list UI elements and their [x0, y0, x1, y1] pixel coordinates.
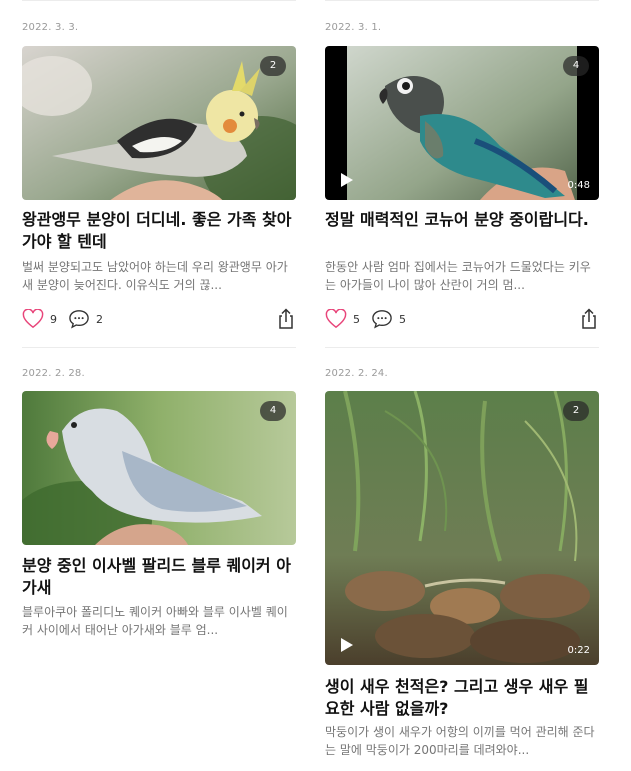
- post-card[interactable]: 2022. 3. 1. 4 0:48 정말 매력적인 코뉴어 분양 중이랍니다.…: [325, 0, 599, 340]
- post-card[interactable]: 2022. 2. 24. 2 0:22 생이 새우 천적은? 그리고 생우 새우…: [325, 347, 599, 771]
- post-card[interactable]: 2022. 2. 28. 4 분양 중인 이사벨 팔리드 블루 퀘이커 아가새 …: [22, 347, 296, 667]
- share-button[interactable]: [276, 307, 296, 331]
- post-excerpt: 블루아쿠아 폴리디노 퀘이커 아빠와 블루 이사벨 퀘이커 사이에서 태어난 아…: [22, 605, 288, 637]
- share-button[interactable]: [579, 307, 599, 331]
- post-thumbnail[interactable]: 4 0:48: [325, 46, 599, 200]
- speech-bubble-icon: [69, 310, 89, 329]
- post-date: 2022. 3. 1.: [325, 22, 382, 33]
- image-count-badge: 2: [563, 401, 589, 421]
- post-title[interactable]: 분양 중인 이사벨 팔리드 블루 퀘이커 아가새: [22, 555, 296, 599]
- share-icon: [279, 308, 293, 329]
- like-count: 5: [353, 312, 360, 326]
- image-count-badge: 2: [260, 56, 286, 76]
- aquarium-shrimp-video-frame: [325, 391, 599, 665]
- comment-button[interactable]: 2: [68, 307, 103, 331]
- comment-button[interactable]: 5: [371, 307, 406, 331]
- post-title[interactable]: 정말 매력적인 코뉴어 분양 중이랍니다.: [325, 209, 599, 231]
- video-duration: 0:48: [567, 180, 590, 191]
- play-icon: [341, 173, 353, 187]
- video-duration: 0:22: [567, 645, 590, 656]
- post-thumbnail[interactable]: 4: [22, 391, 296, 545]
- post-thumbnail[interactable]: 2: [22, 46, 296, 200]
- comment-count: 2: [96, 312, 103, 326]
- post-excerpt: 한동안 사람 엄마 집에서는 코뉴어가 드물었다는 키우는 아가들이 나이 많아…: [325, 260, 591, 292]
- post-thumbnail[interactable]: 2 0:22: [325, 391, 599, 665]
- post-excerpt: 벌써 분양되고도 남았어야 하는데 우리 왕관앵무 아가새 분양이 늦어진다. …: [22, 260, 288, 292]
- comment-count: 5: [399, 312, 406, 326]
- share-icon: [582, 308, 596, 329]
- post-actions: 5 5: [325, 307, 599, 331]
- image-count-badge: 4: [563, 56, 589, 76]
- post-title[interactable]: 생이 새우 천적은? 그리고 생우 새우 필요한 사람 없을까?: [325, 676, 599, 720]
- post-excerpt: 막둥이가 생이 새우가 어항의 이끼를 먹어 관리해 준다는 말에 막둥이가 2…: [325, 725, 595, 757]
- post-date: 2022. 2. 28.: [22, 368, 85, 379]
- speech-bubble-icon: [372, 310, 392, 329]
- post-date: 2022. 2. 24.: [325, 368, 388, 379]
- like-count: 9: [50, 312, 57, 326]
- conure-video-frame: [325, 46, 599, 200]
- post-actions: 9 2: [22, 307, 296, 331]
- post-date: 2022. 3. 3.: [22, 22, 79, 33]
- heart-icon: [325, 309, 347, 329]
- heart-icon: [22, 309, 44, 329]
- post-card[interactable]: 2022. 3. 3. 2 왕관앵무 분양이 더디네. 좋은 가족 찾아가야 할…: [22, 0, 296, 340]
- play-icon: [341, 638, 353, 652]
- like-button[interactable]: 9: [22, 307, 57, 331]
- like-button[interactable]: 5: [325, 307, 360, 331]
- image-count-badge: 4: [260, 401, 286, 421]
- post-title[interactable]: 왕관앵무 분양이 더디네. 좋은 가족 찾아가야 할 텐데: [22, 209, 296, 253]
- quaker-parrot-photo: [22, 391, 296, 545]
- cockatiel-photo: [22, 46, 296, 200]
